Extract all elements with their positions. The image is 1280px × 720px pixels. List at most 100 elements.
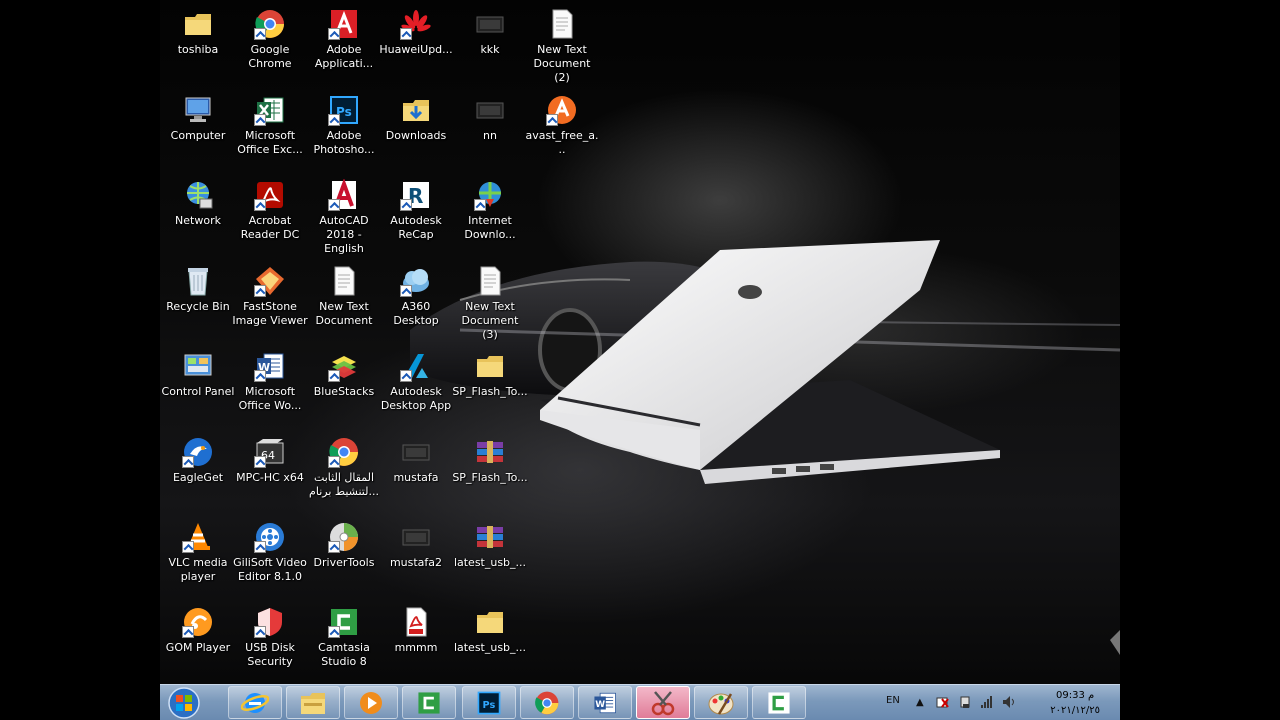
desktop-icon[interactable]: A360 Desktop bbox=[378, 261, 454, 328]
desktop-icon-label: EagleGet bbox=[172, 471, 224, 484]
desktop-icon[interactable]: Computer bbox=[160, 90, 236, 143]
language-indicator[interactable]: EN bbox=[886, 695, 900, 706]
desktop-icon[interactable]: USB Disk Security bbox=[232, 602, 308, 669]
vlc-icon bbox=[182, 521, 214, 553]
desktop-icon[interactable]: avast_free_a... bbox=[524, 90, 600, 157]
shortcut-arrow-icon bbox=[328, 456, 340, 468]
desktop-icon-label: latest_usb_... bbox=[453, 641, 527, 654]
taskbar-button-chrome[interactable] bbox=[520, 686, 574, 719]
word-icon: W bbox=[254, 350, 286, 382]
desktop-icon[interactable]: mmmm bbox=[378, 602, 454, 655]
desktop-icon[interactable]: AutoCAD 2018 - English bbox=[306, 175, 382, 256]
desktop-icon[interactable]: New Text Document (3) bbox=[452, 261, 528, 342]
desktop-icon[interactable]: kkk bbox=[452, 4, 528, 57]
mpc-icon: 64 bbox=[254, 436, 286, 468]
shortcut-arrow-icon bbox=[328, 541, 340, 553]
shortcut-arrow-icon bbox=[328, 28, 340, 40]
desktop-icon-label: FastStone Image Viewer bbox=[232, 300, 308, 327]
desktop-icon[interactable]: Recycle Bin bbox=[160, 261, 236, 314]
desktop-icon[interactable]: Network bbox=[160, 175, 236, 228]
start-button[interactable] bbox=[164, 686, 204, 720]
action-center-icon[interactable] bbox=[936, 695, 950, 712]
control-panel-icon bbox=[182, 350, 214, 382]
desktop-icon[interactable]: Downloads bbox=[378, 90, 454, 143]
shortcut-arrow-icon bbox=[474, 199, 486, 211]
svg-text:W: W bbox=[595, 700, 605, 710]
clock[interactable]: 09:33 م ٢٠٢١/١٢/٢٥ bbox=[1050, 688, 1100, 718]
desktop-icon[interactable]: nn bbox=[452, 90, 528, 143]
desktop-icon[interactable]: SP_Flash_To... bbox=[452, 432, 528, 485]
desktop-icon[interactable]: Microsoft Office Exc... bbox=[232, 90, 308, 157]
taskbar: Ps W EN ▲ 09:33 م ٢٠٢١/١٢/٢٥ bbox=[160, 684, 1120, 720]
desktop-icon-label: avast_free_a... bbox=[525, 129, 599, 156]
desktop-icon[interactable]: GOM Player bbox=[160, 602, 236, 655]
taskbar-button-media-player[interactable] bbox=[344, 686, 398, 719]
desktop-icon[interactable]: HuaweiUpd... bbox=[378, 4, 454, 57]
usb-safely-remove-icon[interactable] bbox=[958, 695, 972, 712]
video-file-icon bbox=[474, 8, 506, 40]
desktop-icon[interactable]: mustafa2 bbox=[378, 517, 454, 570]
desktop-icon[interactable]: New Text Document bbox=[306, 261, 382, 328]
desktop-icon[interactable]: Acrobat Reader DC bbox=[232, 175, 308, 242]
taskbar-button-camtasia[interactable] bbox=[402, 686, 456, 719]
taskbar-button-snipping-tool[interactable] bbox=[636, 686, 690, 719]
shortcut-arrow-icon bbox=[328, 199, 340, 211]
gom-icon bbox=[182, 606, 214, 638]
desktop-icon[interactable]: 64 MPC-HC x64 bbox=[232, 432, 308, 485]
show-hidden-icons-button[interactable]: ▲ bbox=[916, 697, 924, 708]
desktop-icon[interactable]: BlueStacks bbox=[306, 346, 382, 399]
desktop-icon[interactable]: EagleGet bbox=[160, 432, 236, 485]
desktop-icon[interactable]: latest_usb_... bbox=[452, 602, 528, 655]
taskbar-button-word[interactable]: W bbox=[578, 686, 632, 719]
desktop-icon[interactable]: R Autodesk ReCap bbox=[378, 175, 454, 242]
shortcut-arrow-icon bbox=[328, 114, 340, 126]
desktop-icon[interactable]: DriverTools bbox=[306, 517, 382, 570]
camtasia-icon bbox=[328, 606, 360, 638]
desktop-icon-label: Adobe Applicati... bbox=[314, 43, 374, 70]
avast-icon bbox=[546, 94, 578, 126]
desktop-icon[interactable]: VLC media player bbox=[160, 517, 236, 584]
taskbar-button-photoshop[interactable]: Ps bbox=[462, 686, 516, 719]
desktop-icon[interactable]: Autodesk Desktop App bbox=[378, 346, 454, 413]
shortcut-arrow-icon bbox=[254, 456, 266, 468]
photoshop-icon: Ps bbox=[328, 94, 360, 126]
gilisoft-icon bbox=[254, 521, 286, 553]
desktop-icon[interactable]: Ps Adobe Photosho... bbox=[306, 90, 382, 157]
desktop-icon-label: mustafa bbox=[393, 471, 439, 484]
shortcut-arrow-icon bbox=[328, 370, 340, 382]
desktop-icon[interactable]: Internet Downlo... bbox=[452, 175, 528, 242]
desktop-icon-label: Microsoft Office Wo... bbox=[238, 385, 302, 412]
eagleget-icon bbox=[182, 436, 214, 468]
desktop-icon[interactable]: Control Panel bbox=[160, 346, 236, 399]
desktop-icon[interactable]: المقال الثابت لتنشيط برنام... bbox=[306, 432, 382, 499]
desktop-icon[interactable]: latest_usb_... bbox=[452, 517, 528, 570]
volume-icon[interactable] bbox=[1002, 695, 1016, 712]
desktop-icon[interactable]: mustafa bbox=[378, 432, 454, 485]
desktop-icon-label: HuaweiUpd... bbox=[379, 43, 453, 56]
shortcut-arrow-icon bbox=[254, 199, 266, 211]
desktop-icon[interactable]: W Microsoft Office Wo... bbox=[232, 346, 308, 413]
desktop-icon[interactable]: Camtasia Studio 8 bbox=[306, 602, 382, 669]
a360-icon bbox=[400, 265, 432, 297]
desktop-icon[interactable]: Google Chrome bbox=[232, 4, 308, 71]
shortcut-arrow-icon bbox=[254, 28, 266, 40]
huawei-icon bbox=[400, 8, 432, 40]
desktop-icon-label: GOM Player bbox=[165, 641, 231, 654]
taskbar-button-internet-explorer[interactable] bbox=[228, 686, 282, 719]
desktop-icon[interactable]: toshiba bbox=[160, 4, 236, 57]
network-icon bbox=[182, 179, 214, 211]
taskbar-button-paint[interactable] bbox=[694, 686, 748, 719]
network-signal-icon[interactable] bbox=[980, 695, 994, 712]
shortcut-arrow-icon bbox=[400, 28, 412, 40]
winrar-icon bbox=[474, 436, 506, 468]
shortcut-arrow-icon bbox=[400, 285, 412, 297]
desktop-icon[interactable]: New Text Document (2) bbox=[524, 4, 600, 85]
desktop-icon[interactable]: GiliSoft Video Editor 8.1.0 bbox=[232, 517, 308, 584]
idm-icon bbox=[474, 179, 506, 211]
desktop-icon[interactable]: SP_Flash_To... bbox=[452, 346, 528, 399]
desktop-icon[interactable]: Adobe Applicati... bbox=[306, 4, 382, 71]
taskbar-button-explorer[interactable] bbox=[286, 686, 340, 719]
desktop-icon[interactable]: FastStone Image Viewer bbox=[232, 261, 308, 328]
desktop-icon-label: mustafa2 bbox=[389, 556, 443, 569]
taskbar-button-camtasia-recorder[interactable] bbox=[752, 686, 806, 719]
